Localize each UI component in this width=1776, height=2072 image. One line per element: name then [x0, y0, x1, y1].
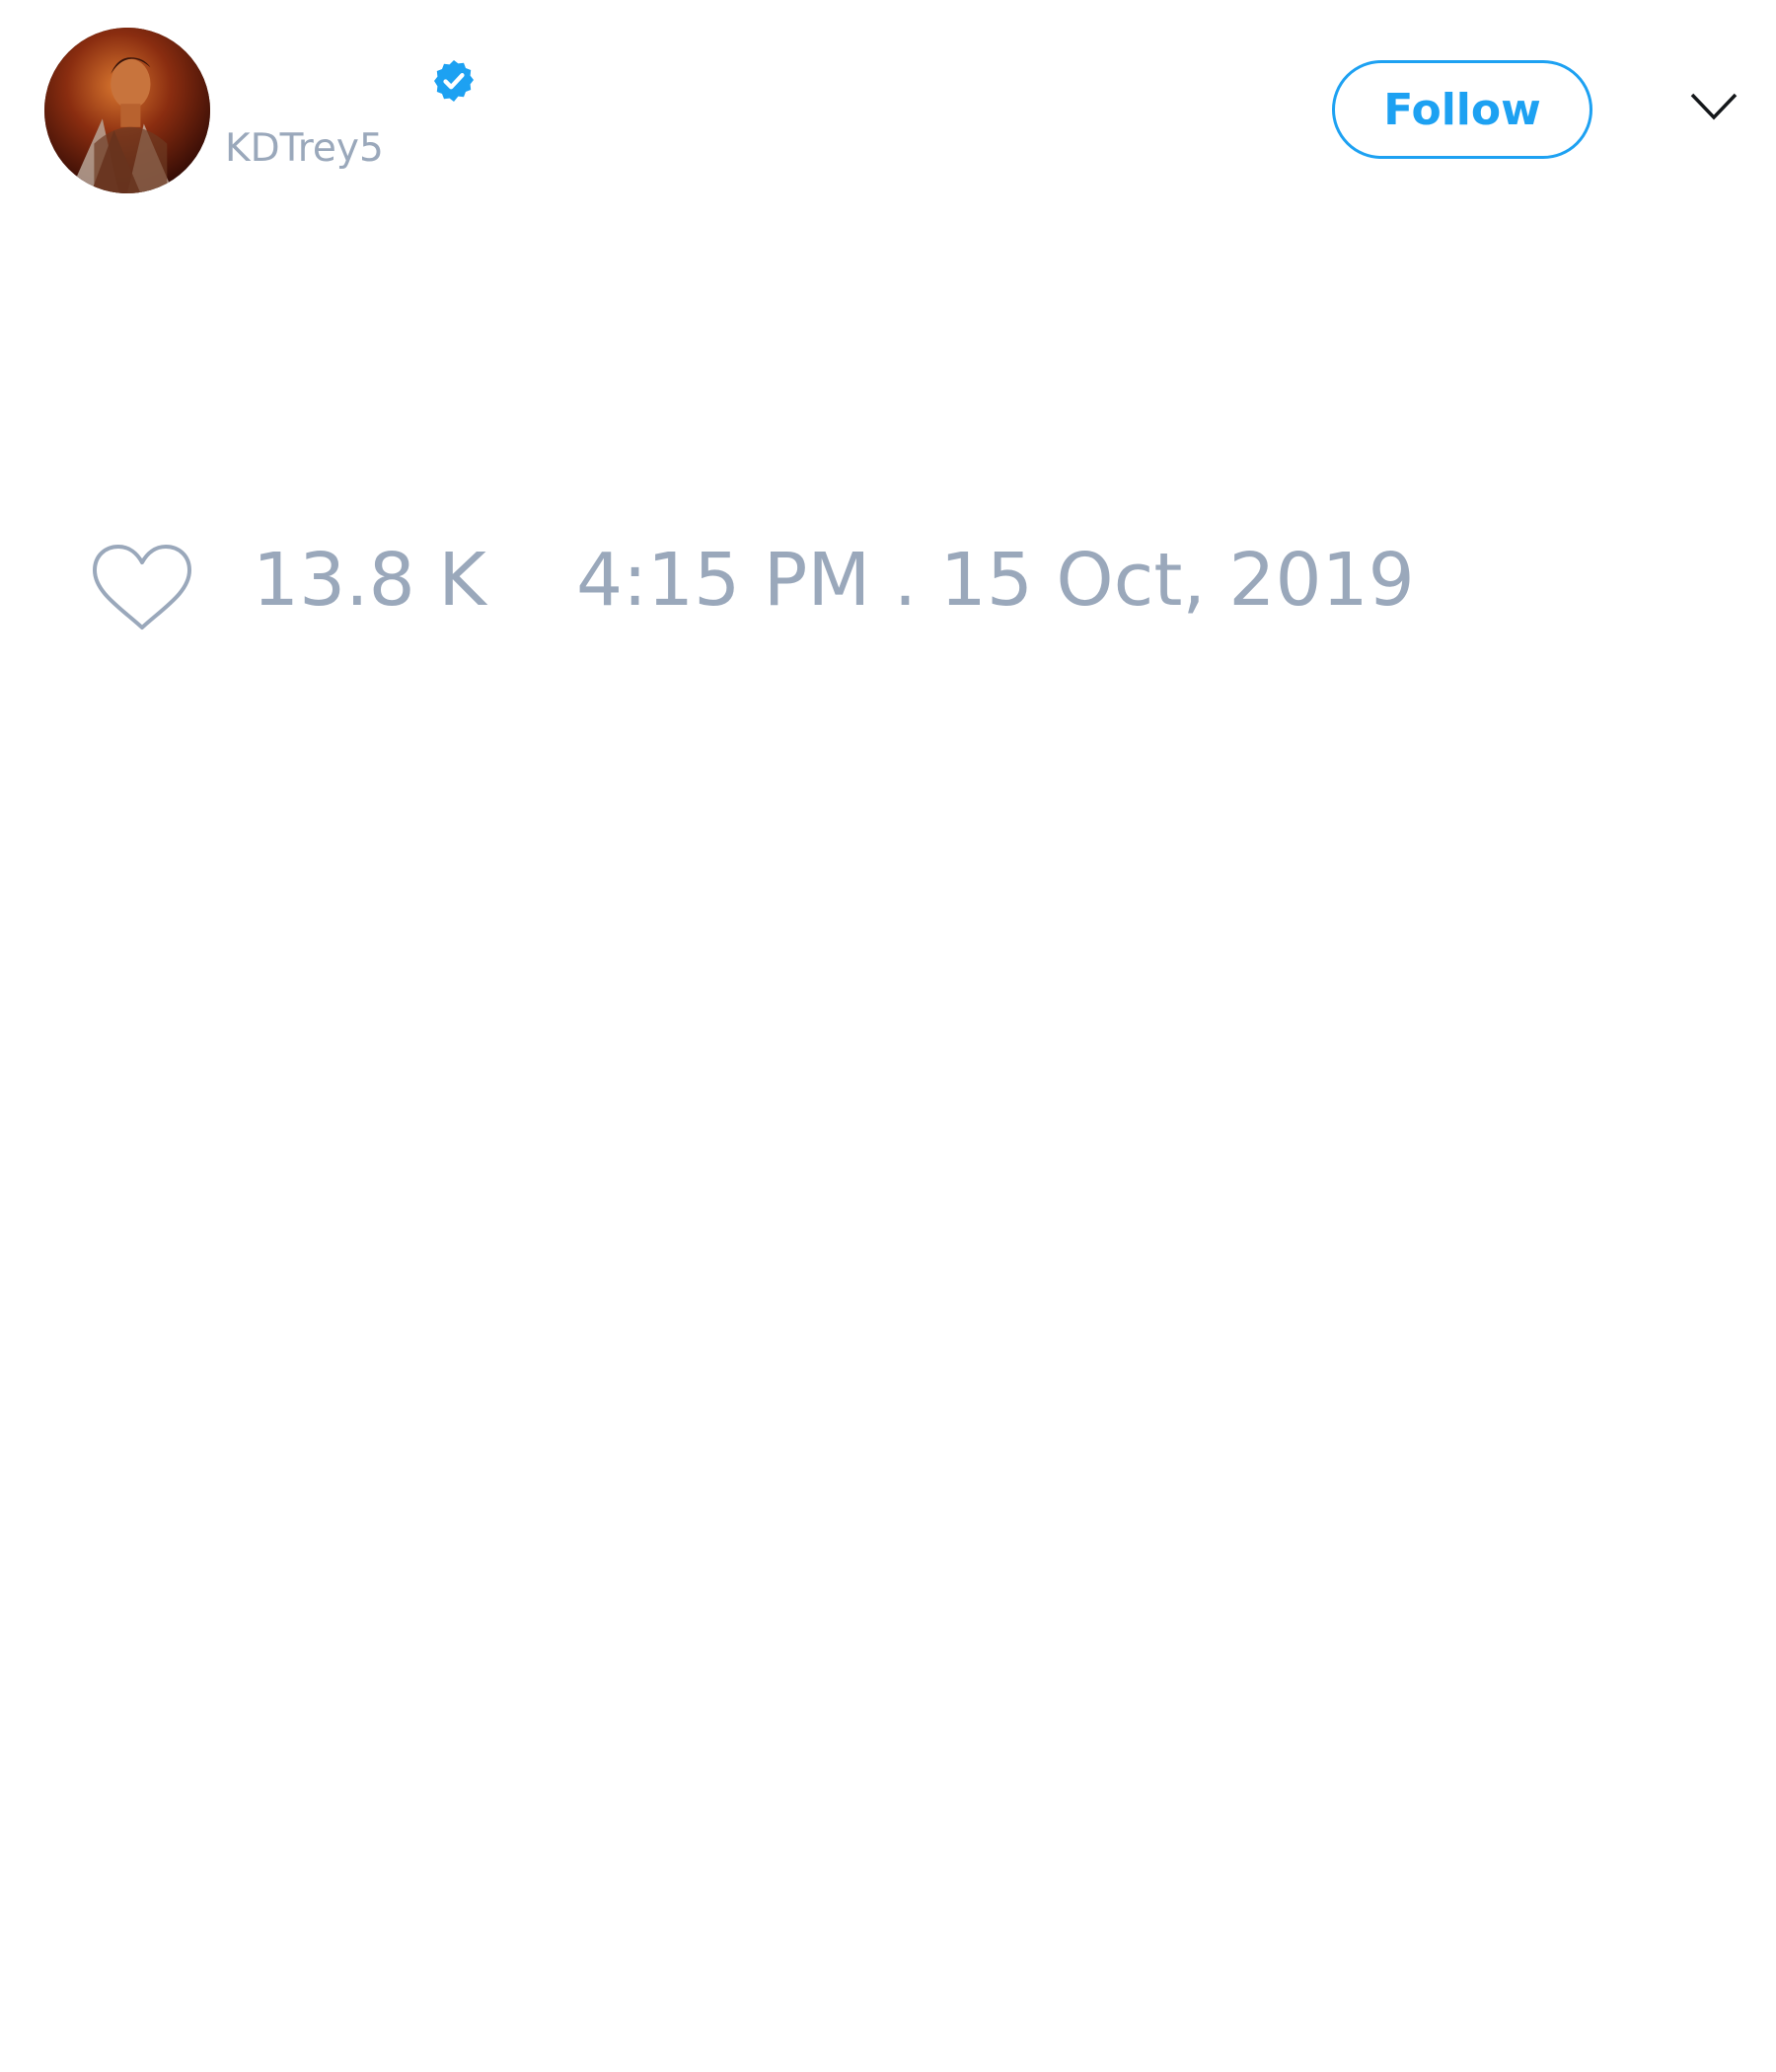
tweet-timestamp[interactable]: 4:15 PM . 15 Oct, 2019: [576, 544, 1415, 617]
display-name[interactable]: [225, 57, 422, 107]
like-count: 13.8 K: [253, 538, 486, 623]
heart-outline-icon[interactable]: [91, 543, 193, 633]
user-handle[interactable]: KDTrey5: [225, 126, 384, 171]
tweet-stats-row: 13.8 K 4:15 PM . 15 Oct, 2019: [91, 538, 1571, 636]
tweet-card: KDTrey5 Follow 13.8 K 4:15 PM . 15 Oct, …: [0, 0, 1776, 2072]
verified-badge-icon: [430, 57, 478, 105]
follow-button[interactable]: Follow: [1332, 60, 1592, 159]
avatar[interactable]: [44, 28, 210, 193]
chevron-down-icon[interactable]: [1689, 91, 1739, 122]
